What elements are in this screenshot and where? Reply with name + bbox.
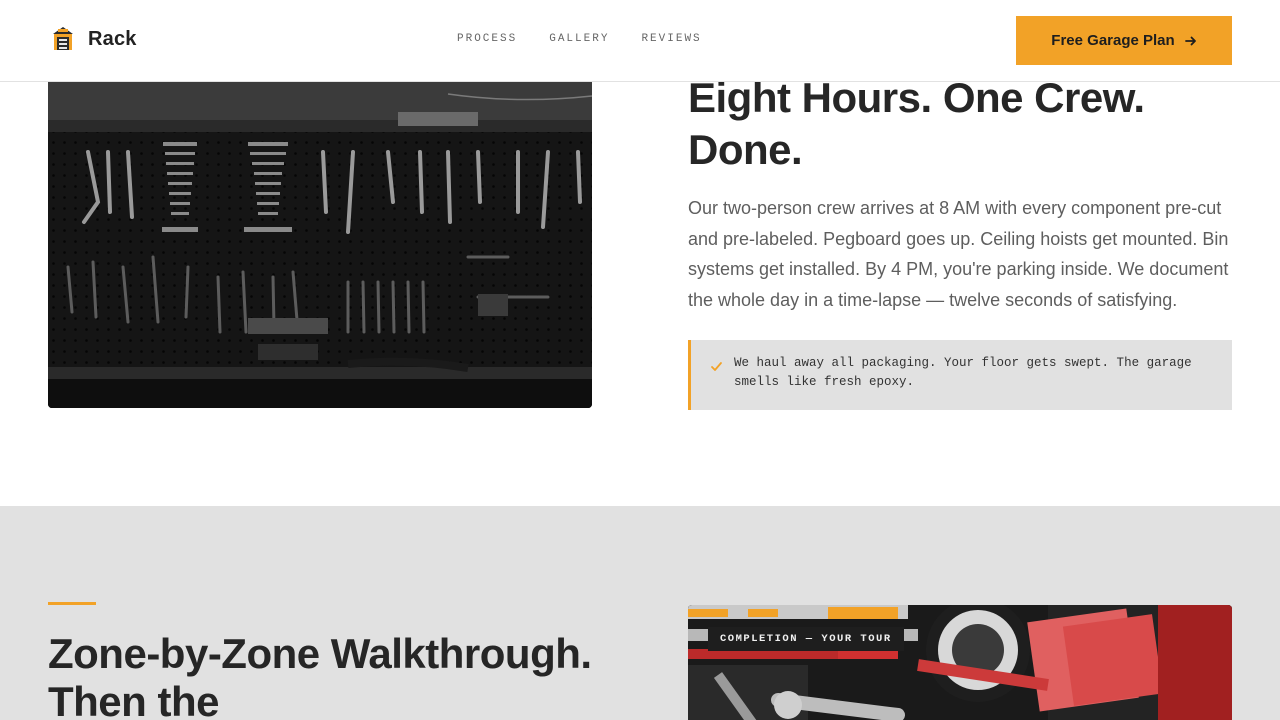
- pegboard-tool-wall-photo: [48, 82, 592, 408]
- accent-divider: [48, 602, 96, 605]
- cleanup-note: We haul away all packaging. Your floor g…: [688, 340, 1232, 410]
- photo-tag: COMPLETION — YOUR TOUR: [708, 627, 904, 651]
- cleanup-note-text: We haul away all packaging. Your floor g…: [734, 356, 1192, 389]
- walkthrough-heading: Zone-by-Zone Walkthrough. Then the: [48, 630, 592, 720]
- nav-link-process[interactable]: PROCESS: [457, 33, 517, 45]
- check-icon: [711, 362, 722, 371]
- install-heading: Eight Hours. One Crew. Done.: [688, 74, 1145, 173]
- brand-logo-link[interactable]: Rack: [52, 26, 137, 52]
- tool-drawer-closeup-photo: COMPLETION — YOUR TOUR: [688, 605, 1232, 720]
- install-description: Our two-person crew arrives at 8 AM with…: [688, 198, 1229, 310]
- nav-link-reviews[interactable]: REVIEWS: [641, 33, 701, 45]
- cta-label: Free Garage Plan: [1051, 32, 1175, 49]
- walkthrough-section: Zone-by-Zone Walkthrough. Then the COMPL…: [0, 506, 1280, 720]
- garage-house-icon: [53, 27, 73, 50]
- site-header: Rack PROCESS GALLERY REVIEWS Free Garage…: [0, 0, 1280, 82]
- free-garage-plan-button[interactable]: Free Garage Plan: [1016, 16, 1232, 65]
- nav-link-gallery[interactable]: GALLERY: [549, 33, 609, 45]
- arrow-right-icon: [1184, 36, 1196, 45]
- main-nav: PROCESS GALLERY REVIEWS: [457, 33, 702, 45]
- brand-name: Rack: [88, 27, 137, 50]
